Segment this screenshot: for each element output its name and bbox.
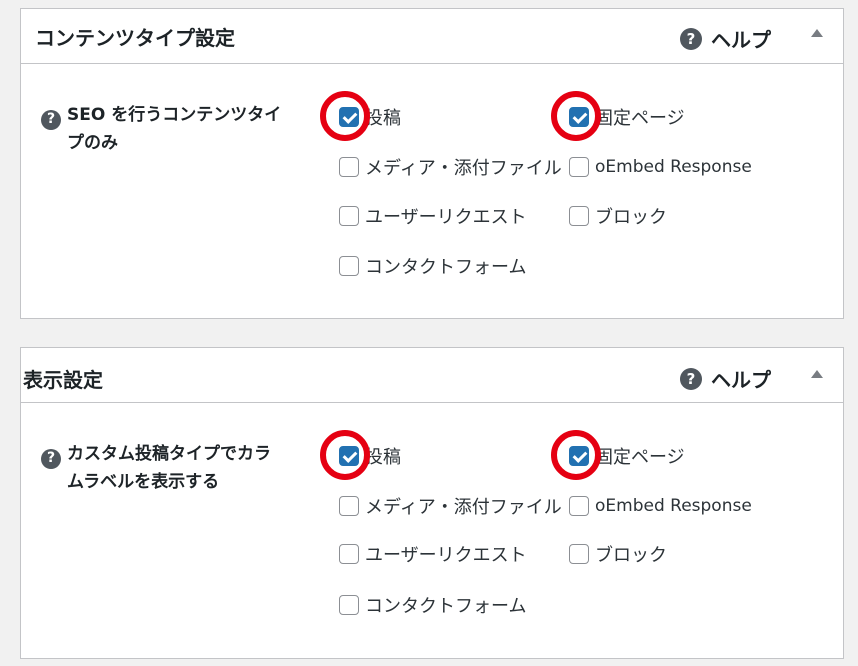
checkbox-oembed[interactable]: oEmbed Response [569, 155, 752, 179]
question-circle-icon: ? [41, 448, 61, 469]
checkbox-box[interactable] [569, 544, 589, 564]
content-type-settings-panel: コンテンツタイプ設定 ? ヘルプ ? SEO を行うコンテンツタイ プのみ 投稿 … [20, 8, 844, 319]
checkbox-contact-form[interactable]: コンタクトフォーム [339, 593, 526, 617]
checkbox-media[interactable]: メディア・添付ファイル [339, 155, 562, 179]
checkbox-media[interactable]: メディア・添付ファイル [339, 494, 562, 518]
checkbox-box[interactable] [339, 206, 359, 226]
checkbox-post[interactable]: 投稿 [339, 105, 401, 129]
checkbox-box[interactable] [339, 157, 359, 177]
checkbox-box[interactable] [339, 446, 359, 466]
field-label: ? SEO を行うコンテンツタイ プのみ [41, 102, 311, 157]
help-button[interactable]: ? ヘルプ [680, 364, 771, 393]
panel-title: コンテンツタイプ設定 [35, 26, 235, 50]
display-settings-panel: 表示設定 ? ヘルプ ? カスタム投稿タイプでカラ ムラベルを表示する 投稿 固定… [20, 347, 844, 659]
checkbox-box[interactable] [339, 256, 359, 276]
checkbox-block[interactable]: ブロック [569, 542, 667, 566]
panel-header: 表示設定 ? ヘルプ [21, 348, 843, 403]
checkbox-box[interactable] [569, 107, 589, 127]
checkbox-box[interactable] [339, 107, 359, 127]
question-circle-icon: ? [680, 27, 702, 50]
checkbox-box[interactable] [339, 595, 359, 615]
checkbox-page[interactable]: 固定ページ [569, 105, 685, 129]
checkbox-block[interactable]: ブロック [569, 204, 667, 228]
checkbox-box[interactable] [569, 446, 589, 466]
panel-header: コンテンツタイプ設定 ? ヘルプ [21, 9, 843, 64]
field-label: ? カスタム投稿タイプでカラ ムラベルを表示する [41, 441, 311, 496]
checkbox-oembed[interactable]: oEmbed Response [569, 494, 752, 518]
question-circle-icon: ? [41, 109, 61, 130]
checkbox-box[interactable] [339, 496, 359, 516]
help-label: ヘルプ [711, 28, 771, 52]
checkbox-post[interactable]: 投稿 [339, 444, 401, 468]
checkbox-user-request[interactable]: ユーザーリクエスト [339, 542, 527, 566]
checkbox-box[interactable] [569, 206, 589, 226]
checkbox-box[interactable] [569, 157, 589, 177]
checkbox-box[interactable] [569, 496, 589, 516]
checkbox-box[interactable] [339, 544, 359, 564]
checkbox-contact-form[interactable]: コンタクトフォーム [339, 254, 526, 278]
collapse-arrow-icon[interactable] [811, 370, 823, 378]
panel-title: 表示設定 [23, 368, 103, 392]
checkbox-user-request[interactable]: ユーザーリクエスト [339, 204, 527, 228]
help-button[interactable]: ? ヘルプ [680, 24, 771, 53]
help-label: ヘルプ [711, 368, 771, 392]
question-circle-icon: ? [680, 367, 702, 390]
collapse-arrow-icon[interactable] [811, 29, 823, 37]
checkbox-page[interactable]: 固定ページ [569, 444, 685, 468]
